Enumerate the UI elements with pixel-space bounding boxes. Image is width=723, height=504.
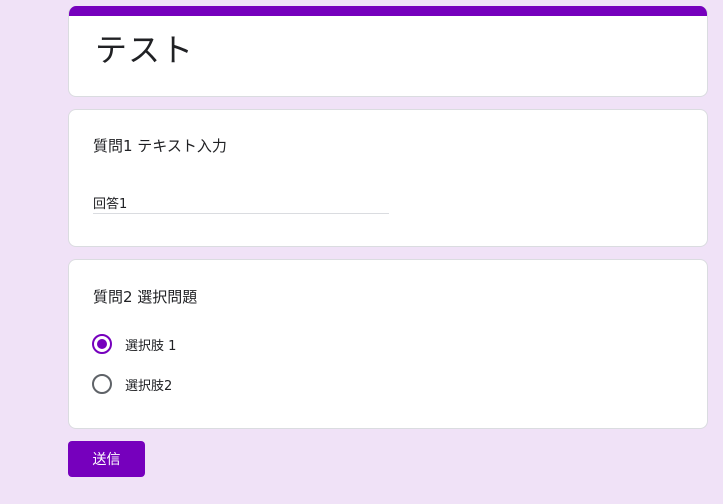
radio-dot [97, 339, 107, 349]
submit-button[interactable]: 送信 [68, 441, 145, 477]
radio-option-label-1: 選択肢 1 [125, 338, 177, 354]
radio-checked-icon[interactable] [92, 334, 112, 354]
form-header-card: テスト [68, 6, 708, 97]
question-title-2: 質問2 選択問題 [93, 288, 198, 306]
question-card-1: 質問1 テキスト入力 [68, 109, 708, 247]
question-title-1: 質問1 テキスト入力 [93, 137, 227, 155]
radio-option-1[interactable]: 選択肢 1 [92, 332, 176, 356]
radio-option-label-2: 選択肢2 [125, 378, 173, 394]
question-card-2: 質問2 選択問題 選択肢 1 選択肢2 [68, 259, 708, 429]
answer-input-1[interactable] [93, 192, 389, 214]
accent-bar [69, 6, 707, 16]
radio-option-2[interactable]: 選択肢2 [92, 372, 172, 396]
form-title: テスト [95, 31, 195, 69]
radio-unchecked-icon[interactable] [92, 374, 112, 394]
